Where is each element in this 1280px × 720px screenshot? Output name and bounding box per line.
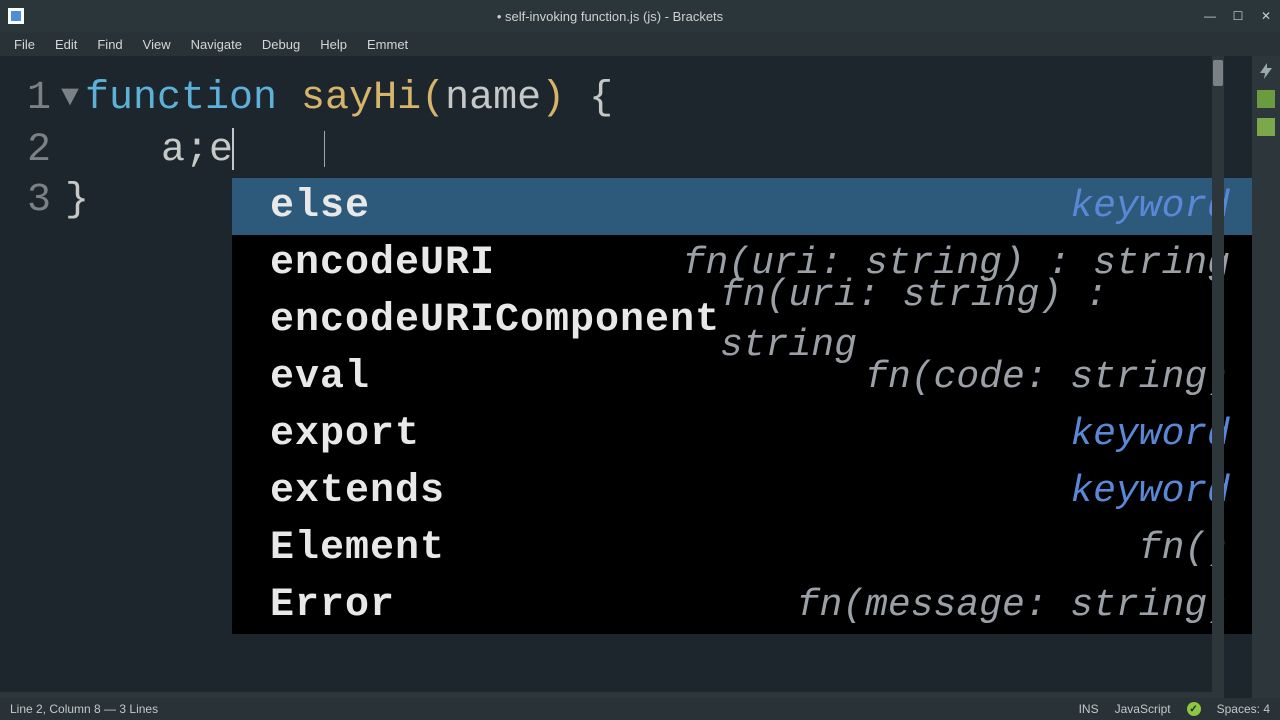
token-brace: } <box>65 178 89 223</box>
autocomplete-type: keyword <box>1070 182 1230 232</box>
code-editor[interactable]: 1 ▼function sayHi(name) { 2 a;e 3 } else… <box>0 56 1252 698</box>
autocomplete-item[interactable]: extends keyword <box>232 463 1252 520</box>
autocomplete-name: Error <box>270 581 395 631</box>
autocomplete-item[interactable]: Element fn() <box>232 520 1252 577</box>
app-icon <box>8 8 24 24</box>
autocomplete-item[interactable]: export keyword <box>232 406 1252 463</box>
menu-edit[interactable]: Edit <box>45 35 87 54</box>
live-preview-icon[interactable] <box>1257 62 1275 80</box>
token-keyword: function <box>85 76 277 121</box>
token-param: name <box>445 76 541 121</box>
line-number: 1 <box>0 74 65 126</box>
menu-debug[interactable]: Debug <box>252 35 310 54</box>
token-brace: { <box>565 76 613 121</box>
token-paren: ) <box>541 76 565 121</box>
fold-arrow-icon[interactable]: ▼ <box>61 73 79 123</box>
autocomplete-item[interactable]: Error fn(message: string) <box>232 577 1252 634</box>
autocomplete-name: encodeURI <box>270 239 495 289</box>
line-number: 2 <box>0 126 65 176</box>
autocomplete-type: fn(message: string) <box>797 581 1230 631</box>
autocomplete-type: fn(code: string) <box>865 353 1230 403</box>
main-area: 1 ▼function sayHi(name) { 2 a;e 3 } else… <box>0 56 1280 698</box>
extension-icon[interactable] <box>1257 118 1275 136</box>
menu-view[interactable]: View <box>133 35 181 54</box>
menu-help[interactable]: Help <box>310 35 357 54</box>
status-spaces[interactable]: Spaces: 4 <box>1217 702 1270 716</box>
autocomplete-name: eval <box>270 353 370 403</box>
right-rail <box>1252 56 1280 698</box>
status-cursor-info[interactable]: Line 2, Column 8 — 3 Lines <box>10 702 1079 716</box>
status-right: INS JavaScript ✓ Spaces: 4 <box>1079 702 1270 716</box>
autocomplete-name: encodeURIComponent <box>270 296 720 346</box>
window-title: • self-invoking function.js (js) - Brack… <box>24 9 1196 24</box>
code-line: 1 ▼function sayHi(name) { <box>0 74 1252 126</box>
titlebar: • self-invoking function.js (js) - Brack… <box>0 0 1280 32</box>
menu-find[interactable]: Find <box>87 35 132 54</box>
text-cursor <box>232 128 234 170</box>
line-number: 3 <box>0 176 65 226</box>
status-ok-icon[interactable]: ✓ <box>1187 702 1201 716</box>
autocomplete-popup[interactable]: else keyword encodeURI fn(uri: string) :… <box>232 178 1252 634</box>
autocomplete-type: keyword <box>1070 410 1230 460</box>
token-paren: ( <box>421 76 445 121</box>
token-func: sayHi <box>277 76 421 121</box>
close-button[interactable]: ✕ <box>1252 0 1280 32</box>
autocomplete-name: extends <box>270 467 445 517</box>
window-controls: — ☐ ✕ <box>1196 0 1280 32</box>
autocomplete-item[interactable]: encodeURIComponent fn(uri: string) : str… <box>232 292 1252 349</box>
code-content[interactable]: a;e <box>65 126 1252 176</box>
menubar: File Edit Find View Navigate Debug Help … <box>0 32 1280 56</box>
autocomplete-name: Element <box>270 524 445 574</box>
maximize-button[interactable]: ☐ <box>1224 0 1252 32</box>
code-line: 2 a;e <box>0 126 1252 176</box>
menu-navigate[interactable]: Navigate <box>181 35 252 54</box>
menu-emmet[interactable]: Emmet <box>357 35 418 54</box>
autocomplete-name: export <box>270 410 420 460</box>
token-text: a;e <box>161 128 233 173</box>
statusbar: Line 2, Column 8 — 3 Lines INS JavaScrip… <box>0 698 1280 720</box>
caret-icon <box>324 131 325 167</box>
scrollbar-track[interactable] <box>1212 56 1224 698</box>
extension-icon[interactable] <box>1257 90 1275 108</box>
autocomplete-item[interactable]: else keyword <box>232 178 1252 235</box>
menu-file[interactable]: File <box>4 35 45 54</box>
status-ins[interactable]: INS <box>1079 702 1099 716</box>
status-language[interactable]: JavaScript <box>1115 702 1171 716</box>
autocomplete-name: else <box>270 182 370 232</box>
scrollbar-bottom <box>0 692 1224 698</box>
code-content[interactable]: ▼function sayHi(name) { <box>65 74 1252 126</box>
scrollbar-thumb[interactable] <box>1213 60 1223 86</box>
minimize-button[interactable]: — <box>1196 0 1224 32</box>
autocomplete-type: keyword <box>1070 467 1230 517</box>
